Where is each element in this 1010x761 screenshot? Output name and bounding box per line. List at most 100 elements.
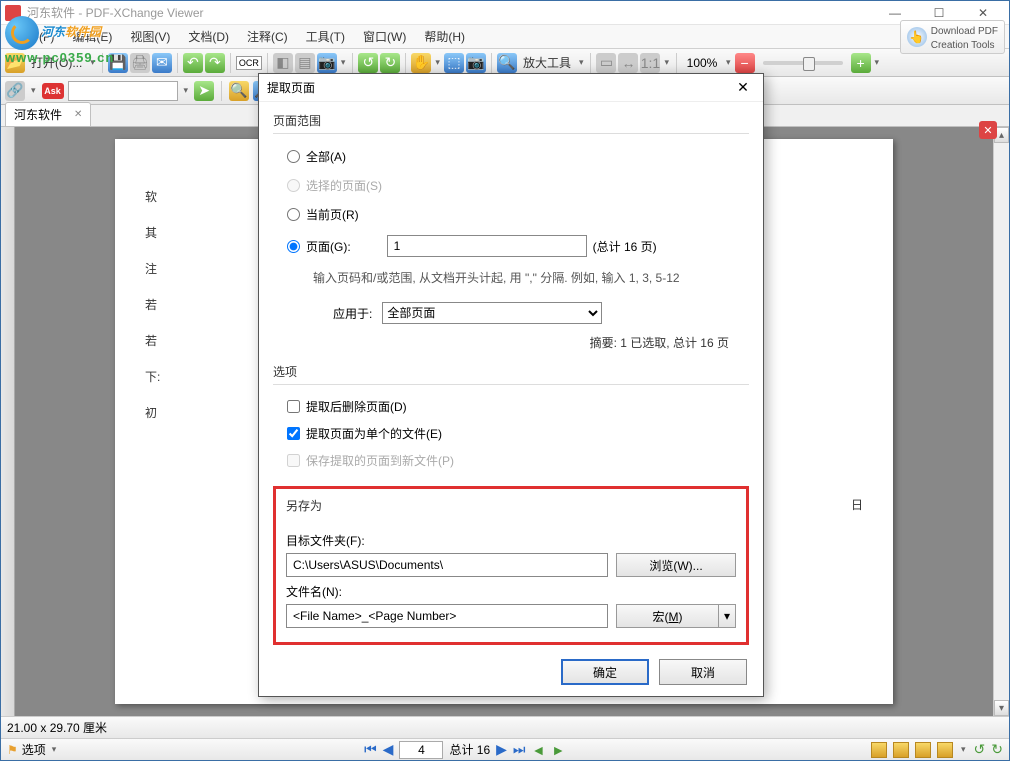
status-bar: 21.00 x 29.70 厘米 <box>1 716 1009 738</box>
hand-icon[interactable]: ✋ <box>411 53 431 73</box>
dialog-close-button[interactable]: ✕ <box>731 78 755 98</box>
rotate-right-icon[interactable]: ↻ <box>380 53 400 73</box>
rotate-ccw-icon[interactable]: ↺ <box>974 741 986 758</box>
left-sidebar[interactable] <box>1 127 15 716</box>
range-summary: 摘要: 1 已选取, 总计 16 页 <box>273 330 749 351</box>
download-icon: 👆 <box>907 27 927 47</box>
first-page-icon[interactable]: ⏮ <box>364 741 377 758</box>
tool-icon-2[interactable]: ▤ <box>295 53 315 73</box>
vertical-scrollbar[interactable]: ▴ ▾ <box>993 127 1009 716</box>
page-range-legend: 页面范围 <box>273 112 749 134</box>
titlebar: 河东软件 - PDF-XChange Viewer — ☐ ✕ <box>1 1 1009 25</box>
apply-select[interactable]: 全部页面 <box>382 302 602 324</box>
zoom-value[interactable]: 100% <box>682 56 722 70</box>
ok-button[interactable]: 确定 <box>561 659 649 685</box>
download-pdf-tools-button[interactable]: 👆 Download PDFCreation Tools <box>900 20 1005 54</box>
snapshot-icon[interactable]: 📷 <box>317 53 337 73</box>
folder-input[interactable] <box>286 553 608 577</box>
flag-icon[interactable]: ⚑ <box>7 743 18 757</box>
radio-pages-row: 页面(G): (总计 16 页) <box>273 229 749 263</box>
save-icon[interactable]: 💾 <box>108 53 128 73</box>
close-doc-icon[interactable]: ✕ <box>979 121 997 139</box>
menu-window[interactable]: 窗口(W) <box>355 25 414 48</box>
folder-label: 目标文件夹(F): <box>286 526 736 553</box>
dialog-titlebar: 提取页面 ✕ <box>259 74 763 102</box>
redo-icon[interactable]: ↷ <box>205 53 225 73</box>
prev-page-icon[interactable]: ◀ <box>383 741 394 758</box>
page-total: 总计 16 <box>449 741 490 758</box>
scroll-down-icon[interactable]: ▾ <box>994 700 1009 716</box>
nav-fwd-icon[interactable]: ► <box>551 742 565 758</box>
menu-help[interactable]: 帮助(H) <box>416 25 473 48</box>
find-icon[interactable]: 🔍 <box>229 81 249 101</box>
menu-document[interactable]: 文档(D) <box>180 25 237 48</box>
print-icon[interactable]: 🖨 <box>130 53 150 73</box>
tab-close-icon[interactable]: ✕ <box>74 109 82 120</box>
ocr-button[interactable]: OCR <box>236 56 262 70</box>
layout-facing-icon[interactable] <box>915 742 931 758</box>
window-title: 河东软件 - PDF-XChange Viewer <box>27 4 873 21</box>
navigation-bar: ⚑ 选项▾ ⏮ ◀ 总计 16 ▶ ⏭ ◄ ► ▾ ↺ ↻ <box>1 738 1009 760</box>
menu-file[interactable]: 文件(F) <box>7 25 62 48</box>
layout-single-icon[interactable] <box>871 742 887 758</box>
app-icon <box>5 5 21 21</box>
zoom-out-icon[interactable]: − <box>735 53 755 73</box>
rotate-cw-icon[interactable]: ↻ <box>991 741 1003 758</box>
check-save-new: 保存提取的页面到新文件(P) <box>273 447 749 474</box>
check-separate-files[interactable]: 提取页面为单个的文件(E) <box>273 420 749 447</box>
filename-input[interactable] <box>286 604 608 628</box>
nav-back-icon[interactable]: ◄ <box>532 742 546 758</box>
radio-all[interactable]: 全部(A) <box>273 142 749 171</box>
menu-edit[interactable]: 编辑(E) <box>64 25 120 48</box>
search-go-icon[interactable]: ➤ <box>194 81 214 101</box>
undo-icon[interactable]: ↶ <box>183 53 203 73</box>
zoom-slider[interactable] <box>763 61 843 65</box>
tab-active[interactable]: 河东软件 ✕ <box>5 102 91 126</box>
pages-input[interactable] <box>387 235 587 257</box>
next-page-icon[interactable]: ▶ <box>496 741 507 758</box>
open-dropdown[interactable]: ▾ <box>88 57 97 68</box>
check-delete-after[interactable]: 提取后删除页面(D) <box>273 393 749 420</box>
rotate-left-icon[interactable]: ↺ <box>358 53 378 73</box>
radio-pages[interactable] <box>287 240 300 253</box>
fit-page-icon[interactable]: ▭ <box>596 53 616 73</box>
menubar: 文件(F) 编辑(E) 视图(V) 文档(D) 注释(C) 工具(T) 窗口(W… <box>1 25 1009 49</box>
options-button[interactable]: 选项 <box>22 741 46 758</box>
zoom-tool-icon[interactable]: 🔍 <box>497 53 517 73</box>
select-icon[interactable]: ⬚ <box>444 53 464 73</box>
open-button[interactable]: 打开(O)... <box>27 54 86 71</box>
options-legend: 选项 <box>273 363 749 385</box>
open-icon[interactable]: 📂 <box>5 53 25 73</box>
page-number-input[interactable] <box>399 741 443 759</box>
link-icon[interactable]: 🔗 <box>5 81 25 101</box>
ask-icon: Ask <box>42 83 64 99</box>
macro-dropdown[interactable]: ▾ <box>718 604 736 628</box>
menu-comment[interactable]: 注释(C) <box>239 25 296 48</box>
radio-selected: 选择的页面(S) <box>273 171 749 200</box>
email-icon[interactable]: ✉ <box>152 53 172 73</box>
filename-label: 文件名(N): <box>286 577 736 604</box>
macro-button[interactable]: 宏(M) <box>616 604 718 628</box>
cancel-button[interactable]: 取消 <box>659 659 747 685</box>
zoom-in-icon[interactable]: + <box>851 53 871 73</box>
tool-icon-1[interactable]: ◧ <box>273 53 293 73</box>
menu-tools[interactable]: 工具(T) <box>298 25 353 48</box>
radio-current[interactable]: 当前页(R) <box>273 200 749 229</box>
saveas-legend: 另存为 <box>286 497 736 518</box>
zoom-tool-label[interactable]: 放大工具 <box>519 54 575 71</box>
fit-width-icon[interactable]: ↔ <box>618 53 638 73</box>
camera-icon[interactable]: 📷 <box>466 53 486 73</box>
tab-label: 河东软件 <box>14 106 62 123</box>
browse-button[interactable]: 浏览(W)... <box>616 553 736 577</box>
page-dimensions: 21.00 x 29.70 厘米 <box>7 719 107 736</box>
save-as-highlight: 另存为 目标文件夹(F): 浏览(W)... 文件名(N): 宏(M) ▾ <box>273 486 749 645</box>
actual-size-icon[interactable]: 1:1 <box>640 53 660 73</box>
menu-view[interactable]: 视图(V) <box>122 25 178 48</box>
pages-hint: 输入页码和/或范围, 从文档开头计起, 用 "," 分隔. 例如, 输入 1, … <box>273 263 749 292</box>
layout-facing-cont-icon[interactable] <box>937 742 953 758</box>
last-page-icon[interactable]: ⏭ <box>513 741 526 758</box>
extract-pages-dialog: 提取页面 ✕ 页面范围 全部(A) 选择的页面(S) 当前页(R) 页面(G):… <box>258 73 764 697</box>
search-input[interactable] <box>68 81 178 101</box>
apply-label: 应用于: <box>333 305 372 322</box>
layout-continuous-icon[interactable] <box>893 742 909 758</box>
